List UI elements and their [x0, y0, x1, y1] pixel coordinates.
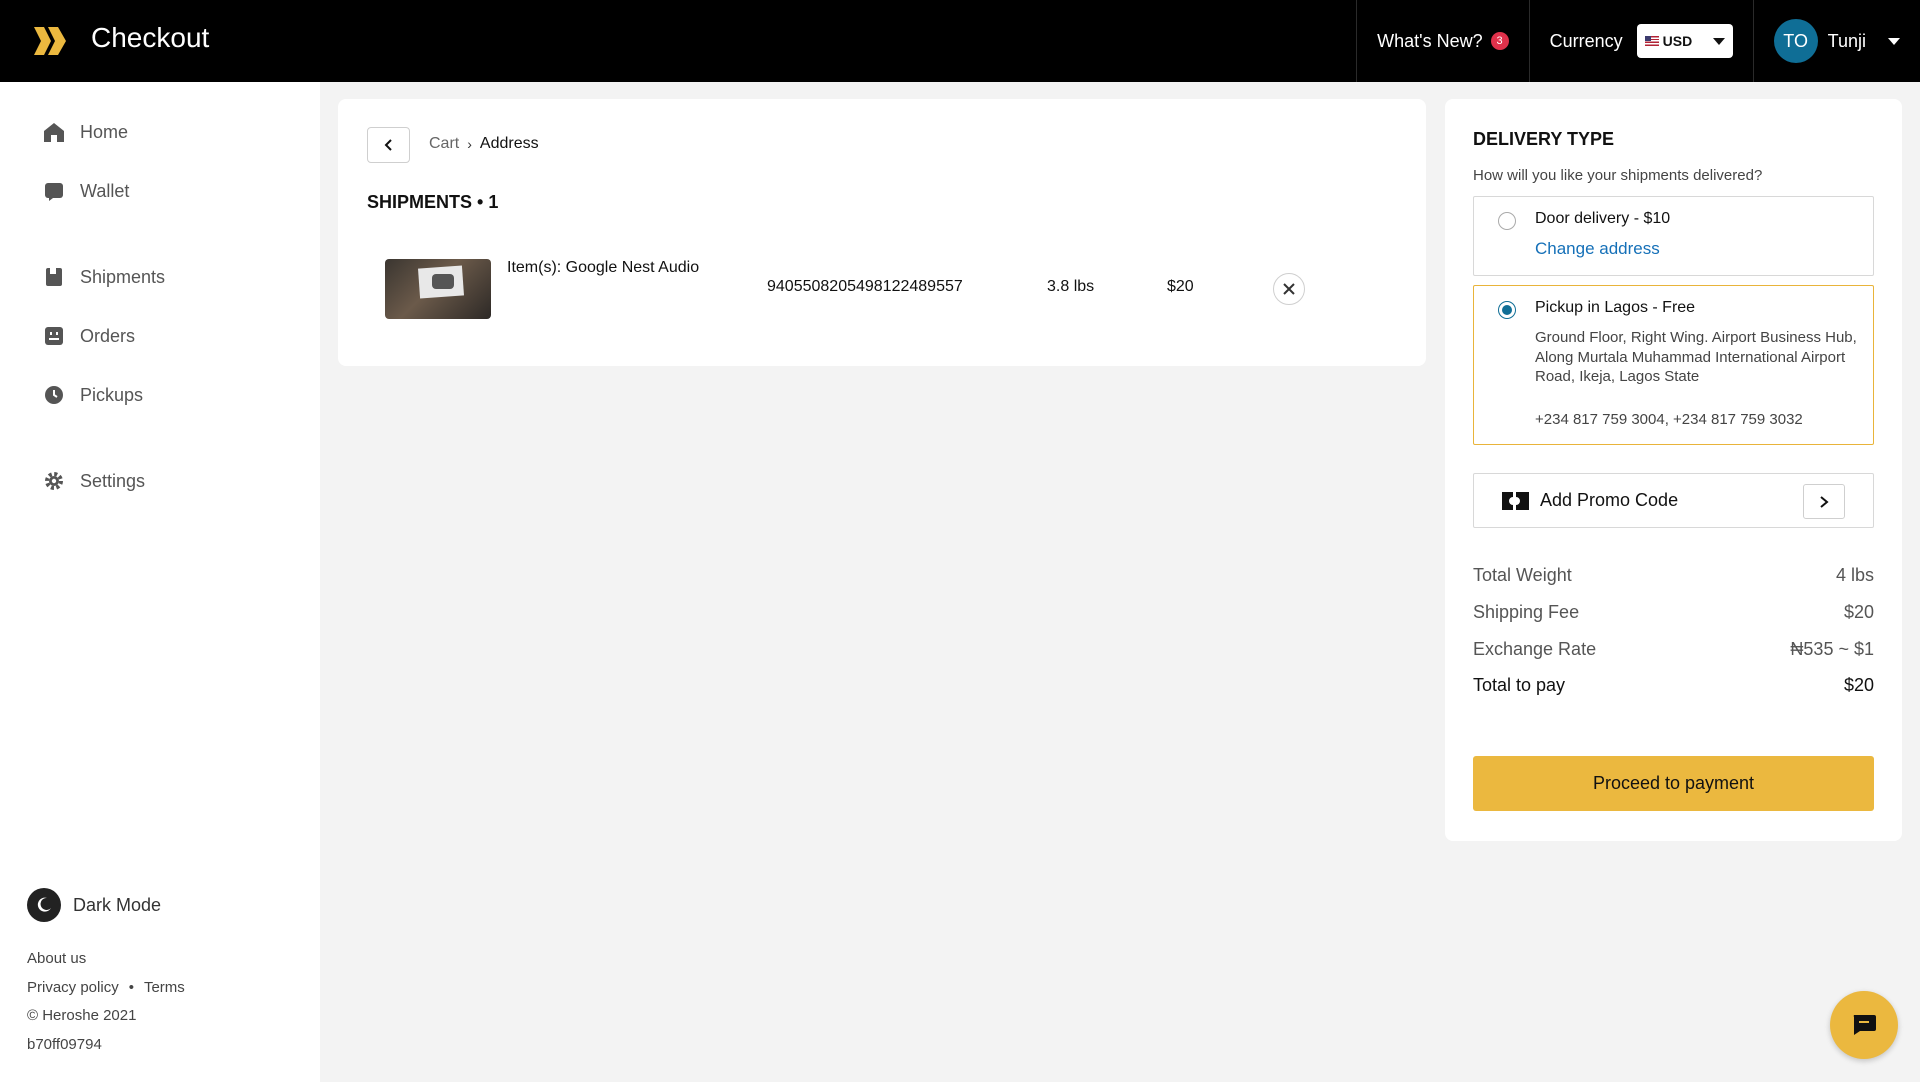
user-menu[interactable]: TO Tunji	[1752, 0, 1920, 82]
breadcrumb: Cart › Address	[429, 135, 539, 153]
total-weight-value: 4 lbs	[1835, 565, 1874, 585]
about-link[interactable]: About us	[27, 950, 86, 967]
pickup-lagos-option[interactable]: Pickup in Lagos - Free Ground Floor, Rig…	[1473, 285, 1874, 445]
item-weight: 3.8 lbs	[1047, 278, 1095, 295]
wallet-icon	[42, 179, 66, 203]
page-title: Checkout	[91, 22, 210, 53]
chevron-down-icon	[1888, 37, 1900, 45]
close-icon	[1283, 283, 1295, 295]
pickup-address: Ground Floor, Right Wing. Airport Busine…	[1535, 329, 1857, 385]
dark-mode-label: Dark Mode	[73, 894, 162, 915]
heroshe-logo-icon[interactable]	[32, 24, 68, 58]
total-to-pay-row: Total to pay $20	[1473, 675, 1874, 696]
whats-new-button[interactable]: What's New? 3	[1356, 0, 1528, 82]
sidebar-item-pickups[interactable]: Pickups	[42, 383, 143, 407]
ticket-icon	[1502, 492, 1529, 510]
footer-separator: •	[128, 979, 134, 996]
remove-shipment-button[interactable]	[1273, 273, 1305, 305]
chevron-down-icon	[1712, 37, 1725, 45]
sidebar-item-label: Home	[80, 121, 129, 142]
tracking-number: 9405508205498122489557	[767, 278, 963, 295]
delivery-type-subtitle: How will you like your shipments deliver…	[1473, 167, 1763, 184]
chevron-left-icon	[384, 139, 392, 151]
copyright-text: © Heroshe 2021	[27, 1007, 137, 1024]
sidebar-item-settings[interactable]: Settings	[42, 469, 145, 493]
shipment-row: Item(s): Google Nest Audio 9405508205498…	[385, 259, 1385, 319]
us-flag-icon	[1644, 36, 1659, 46]
total-to-pay-label: Total to pay	[1473, 675, 1566, 695]
currency-section: Currency USD	[1528, 0, 1753, 82]
delivery-type-title: DELIVERY TYPE	[1473, 129, 1615, 149]
shipping-fee-label: Shipping Fee	[1473, 602, 1580, 622]
currency-value: USD	[1662, 33, 1693, 49]
currency-select[interactable]: USD	[1636, 24, 1733, 58]
shipments-heading: SHIPMENTS • 1	[367, 192, 499, 212]
total-weight-label: Total Weight	[1473, 565, 1572, 585]
currency-label: Currency	[1549, 30, 1623, 51]
sidebar-item-shipments[interactable]: Shipments	[42, 265, 165, 289]
door-delivery-radio[interactable]	[1498, 212, 1516, 230]
breadcrumb-address: Address	[479, 135, 539, 152]
proceed-to-payment-button[interactable]: Proceed to payment	[1473, 756, 1874, 811]
add-promo-code-button[interactable]: Add Promo Code	[1473, 473, 1874, 528]
back-button[interactable]	[367, 127, 410, 163]
promo-code-go-button[interactable]	[1803, 484, 1845, 519]
sidebar-item-home[interactable]: Home	[42, 120, 128, 144]
shipments-icon	[42, 265, 66, 289]
sidebar-item-wallet[interactable]: Wallet	[42, 179, 129, 203]
home-icon	[42, 120, 66, 144]
chevron-right-icon	[1820, 495, 1829, 508]
orders-icon	[42, 324, 66, 348]
top-bar: Checkout What's New? 3 Currency USD TO T…	[0, 0, 1920, 82]
footer-legal-links: Privacy policy • Terms	[27, 979, 185, 996]
whats-new-count-badge: 3	[1490, 32, 1509, 50]
shipping-fee-value: $20	[1843, 602, 1874, 622]
pickup-lagos-title: Pickup in Lagos - Free	[1535, 299, 1696, 316]
whats-new-label: What's New?	[1377, 30, 1483, 51]
sidebar-item-label: Pickups	[80, 384, 144, 405]
exchange-rate-value: ₦535 ~ $1	[1790, 639, 1874, 659]
terms-link[interactable]: Terms	[144, 979, 185, 996]
item-thumbnail	[385, 259, 491, 319]
sidebar-item-label: Settings	[80, 470, 146, 491]
privacy-policy-link[interactable]: Privacy policy	[27, 979, 119, 996]
dark-mode-toggle[interactable]: Dark Mode	[27, 888, 161, 922]
pickups-icon	[42, 383, 66, 407]
exchange-rate-label: Exchange Rate	[1473, 639, 1597, 659]
item-name: Item(s): Google Nest Audio	[507, 259, 700, 276]
promo-code-label: Add Promo Code	[1540, 490, 1679, 510]
exchange-rate-row: Exchange Rate ₦535 ~ $1	[1473, 639, 1874, 660]
pickup-lagos-radio[interactable]	[1498, 301, 1516, 319]
sidebar-item-label: Shipments	[80, 266, 166, 287]
sidebar-item-label: Wallet	[80, 180, 130, 201]
shipping-fee-row: Shipping Fee $20	[1473, 602, 1874, 623]
item-price: $20	[1167, 278, 1194, 295]
change-address-link[interactable]: Change address	[1535, 239, 1660, 259]
delivery-card: DELIVERY TYPE How will you like your shi…	[1445, 99, 1902, 841]
chat-support-button[interactable]	[1830, 991, 1898, 1059]
chat-icon	[1853, 1015, 1876, 1035]
breadcrumb-separator: ›	[467, 136, 472, 152]
sidebar-item-orders[interactable]: Orders	[42, 324, 135, 348]
sidebar-item-label: Orders	[80, 325, 136, 346]
avatar: TO	[1773, 19, 1818, 63]
total-weight-row: Total Weight 4 lbs	[1473, 565, 1874, 586]
build-version: b70ff09794	[27, 1036, 102, 1053]
breadcrumb-cart[interactable]: Cart	[429, 135, 459, 153]
gear-icon	[42, 469, 66, 493]
top-bar-actions: What's New? 3 Currency USD TO Tunji	[1356, 0, 1920, 82]
door-delivery-title: Door delivery - $10	[1535, 210, 1671, 227]
sidebar: Home Wallet Shipments Orders Pickups Set…	[0, 82, 320, 1082]
moon-icon	[27, 888, 61, 922]
door-delivery-option[interactable]: Door delivery - $10 Change address	[1473, 196, 1874, 276]
shipments-card: Cart › Address SHIPMENTS • 1 Item(s): Go…	[338, 99, 1426, 366]
user-name: Tunji	[1827, 30, 1866, 51]
pickup-phone: +234 817 759 3004, +234 817 759 3032	[1535, 411, 1803, 428]
total-to-pay-value: $20	[1843, 675, 1874, 695]
